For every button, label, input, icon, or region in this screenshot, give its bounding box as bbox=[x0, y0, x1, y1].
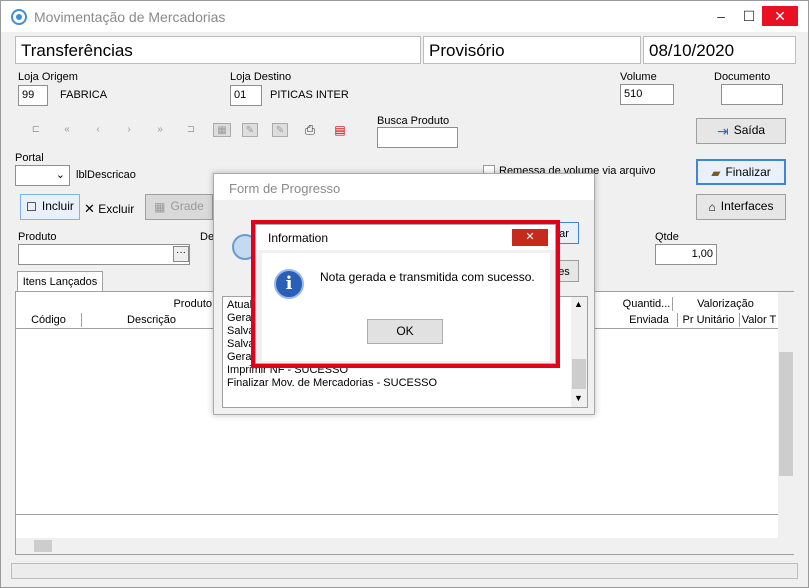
incluir-button[interactable]: ☐ Incluir bbox=[20, 194, 80, 220]
scroll-down-icon[interactable]: ▼ bbox=[574, 393, 583, 403]
volume-label: Volume bbox=[620, 71, 657, 83]
loja-origem-name: FABRICA bbox=[60, 89, 108, 101]
status-field: Provisório bbox=[423, 36, 641, 64]
information-message: Nota gerada e transmitida com sucesso. bbox=[320, 270, 535, 284]
interfaces-icon: ⌂ bbox=[708, 199, 716, 214]
scroll-up-icon[interactable]: ▲ bbox=[574, 299, 583, 309]
busca-produto-input[interactable] bbox=[377, 127, 458, 148]
produto-lookup-button[interactable]: ··· bbox=[173, 246, 189, 262]
progress-log-thumb[interactable] bbox=[572, 359, 586, 389]
grid-col-pr-unitario[interactable]: Pr Unitário bbox=[678, 313, 740, 327]
incluir-button-label: Incluir bbox=[41, 199, 74, 213]
produto-label: Produto bbox=[18, 231, 57, 243]
progress-title-bar: Form de Progresso bbox=[214, 174, 594, 200]
loja-origem-label: Loja Origem bbox=[18, 71, 78, 83]
minimize-button[interactable]: – bbox=[707, 6, 735, 26]
edit-icon[interactable]: ✎ bbox=[242, 123, 258, 137]
progress-log-scrollbar[interactable]: ▲ ▼ bbox=[571, 297, 587, 407]
prior-record-icon[interactable]: ‹ bbox=[91, 123, 105, 137]
progress-title: Form de Progresso bbox=[229, 181, 341, 196]
excluir-button[interactable]: ✕ Excluir bbox=[84, 201, 134, 217]
interfaces-button-label: Interfaces bbox=[720, 199, 774, 213]
grid-horizontal-thumb[interactable] bbox=[34, 540, 52, 552]
print-icon[interactable]: ⎙ bbox=[303, 123, 317, 137]
next-page-icon[interactable]: » bbox=[153, 123, 167, 137]
grid-icon: ▦ bbox=[154, 199, 166, 214]
excluir-button-label: Excluir bbox=[98, 202, 135, 216]
loja-destino-code-input[interactable]: 01 bbox=[230, 85, 262, 106]
volume-input[interactable]: 510 bbox=[620, 84, 674, 105]
grade-button[interactable]: ▦ Grade bbox=[145, 194, 213, 220]
new-document-icon: ☐ bbox=[26, 199, 37, 214]
portal-description: lblDescricao bbox=[76, 169, 136, 181]
information-body: i Nota gerada e transmitida com sucesso.… bbox=[262, 253, 550, 361]
exit-icon: ⇥ bbox=[716, 122, 729, 139]
close-button[interactable]: ✕ bbox=[762, 6, 798, 26]
saida-button-label: Saída bbox=[733, 123, 766, 137]
app-icon bbox=[11, 9, 27, 25]
grid-col-enviada[interactable]: Enviada bbox=[621, 313, 678, 327]
portal-label: Portal bbox=[15, 152, 44, 164]
main-window: Movimentação de Mercadorias – ☐ ✕ Transf… bbox=[0, 0, 809, 588]
qtde-input[interactable]: 1,00 bbox=[655, 244, 717, 265]
produto-input[interactable] bbox=[18, 244, 190, 265]
loja-origem-code-input[interactable]: 99 bbox=[18, 85, 48, 106]
last-record-icon[interactable]: ⊐ bbox=[184, 123, 198, 137]
documento-label: Documento bbox=[714, 71, 771, 83]
information-title-bar: Information ✕ bbox=[256, 225, 555, 250]
portal-select[interactable]: ⌄ bbox=[15, 165, 70, 186]
tipo-field: Transferências bbox=[15, 36, 421, 64]
finalize-icon: ▰ bbox=[711, 165, 721, 180]
grid-group-produto: Produto bbox=[173, 298, 212, 310]
finalizar-button-label: Finalizar bbox=[725, 165, 771, 179]
barcode-icon[interactable]: ▦ bbox=[213, 123, 231, 137]
status-bar bbox=[11, 563, 798, 579]
window-title: Movimentação de Mercadorias bbox=[34, 9, 226, 25]
delete-icon: ✕ bbox=[84, 201, 95, 216]
info-icon: i bbox=[274, 269, 304, 299]
grid-vertical-thumb[interactable] bbox=[779, 352, 793, 476]
grid-col-codigo[interactable]: Código bbox=[16, 313, 82, 327]
documento-input[interactable] bbox=[721, 84, 783, 105]
produto-desc-label-partial: De bbox=[200, 231, 215, 243]
log-line: Finalizar Mov. de Mercadorias - SUCESSO bbox=[227, 377, 438, 389]
busca-produto-label: Busca Produto bbox=[377, 115, 450, 127]
next-record-icon[interactable]: › bbox=[122, 123, 136, 137]
title-bar: Movimentação de Mercadorias – ☐ ✕ bbox=[1, 1, 808, 32]
print-pdf-icon[interactable]: ▤ bbox=[333, 123, 347, 137]
prior-page-icon[interactable]: « bbox=[60, 123, 74, 137]
grid-col-valor[interactable]: Valor T bbox=[740, 313, 778, 327]
first-record-icon[interactable]: ⊏ bbox=[29, 123, 43, 137]
loja-destino-label: Loja Destino bbox=[230, 71, 292, 83]
loja-destino-name: PITICAS INTER bbox=[270, 89, 349, 101]
qtde-label: Qtde bbox=[655, 231, 679, 243]
grid-footer-divider bbox=[16, 514, 778, 515]
maximize-button[interactable]: ☐ bbox=[735, 6, 763, 26]
grid-group-quantidade: Quantid... bbox=[621, 297, 673, 311]
grid-col-descricao[interactable]: Descrição bbox=[82, 313, 222, 327]
date-field: 08/10/2020 bbox=[643, 36, 796, 64]
finalizar-button[interactable]: ▰ Finalizar bbox=[696, 159, 786, 185]
chevron-down-icon: ⌄ bbox=[55, 169, 65, 181]
grid-vertical-scrollbar[interactable] bbox=[778, 292, 794, 538]
grade-button-label: Grade bbox=[170, 199, 204, 213]
grid-group-valorizacao: Valorização bbox=[697, 298, 754, 310]
tab-itens-lancados[interactable]: Itens Lançados bbox=[17, 271, 103, 293]
information-close-button[interactable]: ✕ bbox=[512, 229, 548, 246]
grid-horizontal-scrollbar[interactable] bbox=[16, 538, 794, 554]
saida-button[interactable]: ⇥ Saída bbox=[696, 118, 786, 144]
ok-button[interactable]: OK bbox=[367, 319, 443, 344]
interfaces-button[interactable]: ⌂ Interfaces bbox=[696, 194, 786, 220]
information-title: Information bbox=[268, 231, 329, 245]
edit-alt-icon[interactable]: ✎ bbox=[272, 123, 288, 137]
information-dialog: Information ✕ i Nota gerada e transmitid… bbox=[255, 224, 556, 364]
